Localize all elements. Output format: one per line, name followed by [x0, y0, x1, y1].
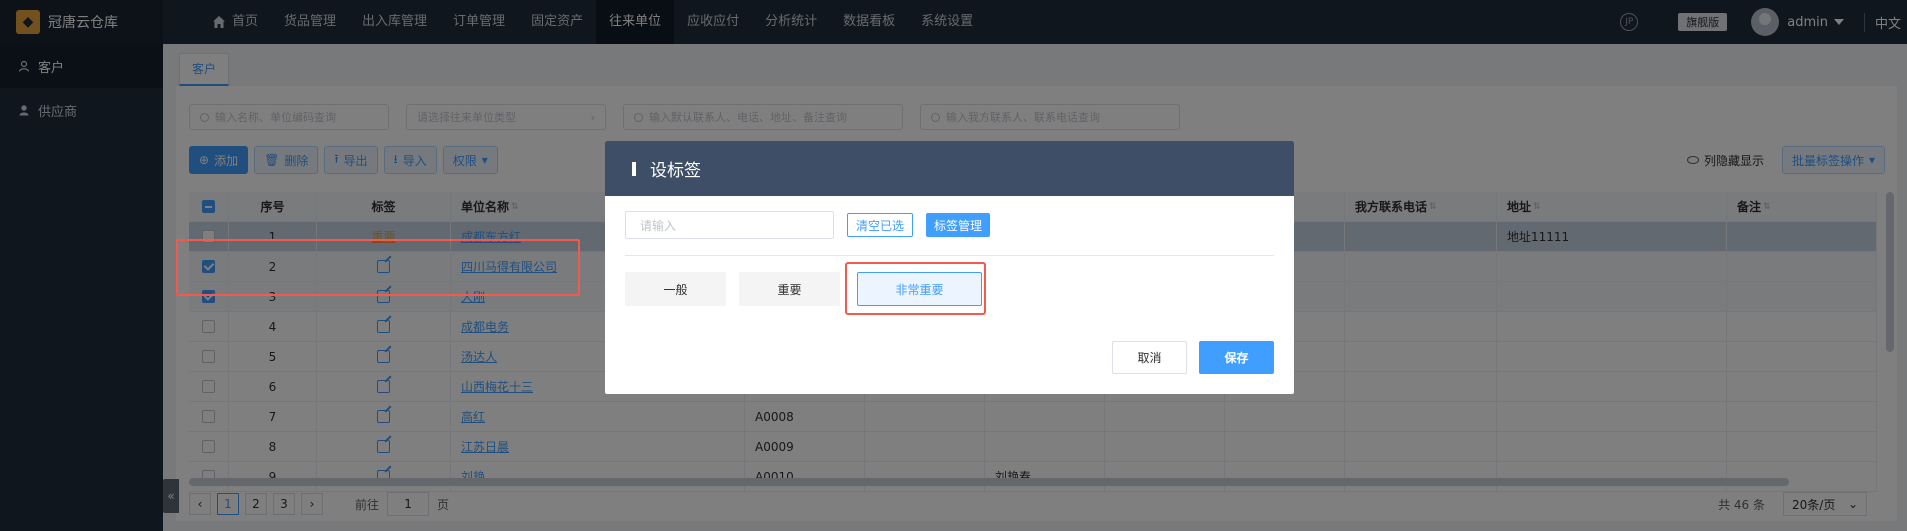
cancel-button[interactable]: 取消	[1112, 341, 1187, 374]
set-tag-dialog: 设标签 请输入 清空已选 标签管理 一般 重要 非常重要 取消 保存	[605, 141, 1294, 394]
tag-option-normal[interactable]: 一般	[625, 272, 726, 306]
dialog-toolbar: 请输入 清空已选 标签管理	[625, 211, 991, 239]
tag-search-input[interactable]: 请输入	[625, 211, 834, 239]
tag-option-important[interactable]: 重要	[739, 272, 840, 306]
dialog-title: 设标签	[650, 161, 701, 181]
save-button[interactable]: 保存	[1199, 341, 1274, 374]
divider	[625, 255, 1274, 256]
dialog-footer: 取消 保存	[1112, 341, 1274, 374]
dialog-header: 设标签	[605, 141, 1294, 196]
title-bar-accent	[632, 161, 636, 176]
tag-manage-button[interactable]: 标签管理	[926, 213, 991, 237]
clear-selected-button[interactable]: 清空已选	[847, 213, 914, 237]
placeholder: 请输入	[640, 218, 677, 233]
highlight-box	[845, 262, 986, 315]
